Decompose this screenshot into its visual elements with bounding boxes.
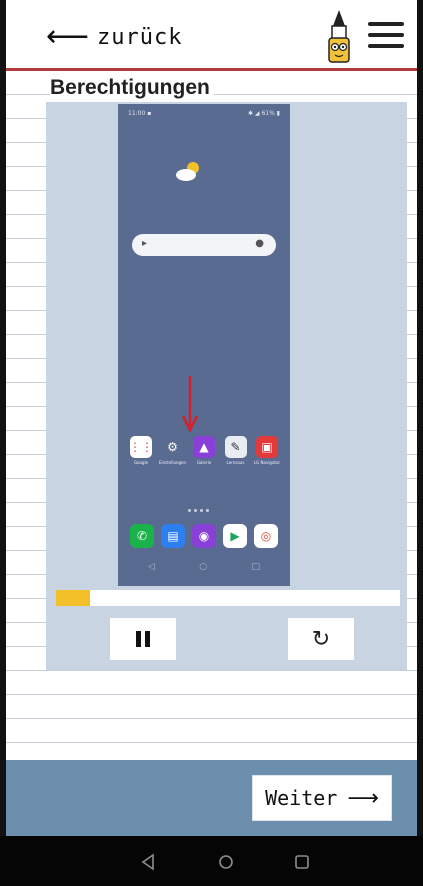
weather-icon (176, 162, 199, 181)
device-frame: ⟵ zurück Berechtigungen 11:00 ▪ ✱ ◢ 61% … (0, 0, 423, 886)
phone-home-icon[interactable]: ○ (199, 562, 207, 572)
google-folder-icon: ⋮⋮ (129, 436, 153, 458)
pointer-arrow-icon (182, 376, 198, 432)
back-button[interactable]: ⟵ zurück (46, 20, 183, 54)
app-screen: ⟵ zurück Berechtigungen 11:00 ▪ ✱ ◢ 61% … (6, 0, 417, 836)
system-home-icon[interactable] (216, 852, 236, 872)
camera-icon[interactable]: ◉ (192, 524, 216, 548)
phone-screenshot: 11:00 ▪ ✱ ◢ 61% ▮ ▸ ● ⋮⋮ Google ⚙ Einste… (118, 104, 290, 586)
pencil-mascot-icon (328, 10, 350, 63)
play-store-icon[interactable]: ▶ (223, 524, 247, 548)
app-row: ⋮⋮ Google ⚙ Einstellungen ▲ Galerie ✎ Le… (126, 436, 282, 465)
hamburger-menu-icon[interactable] (368, 22, 404, 50)
phone-back-icon[interactable]: ◁ (148, 562, 155, 572)
replay-icon: ↻ (311, 626, 331, 652)
arrow-right-icon: ⟶ (347, 785, 379, 811)
app-label: Galerie (196, 460, 212, 465)
pause-icon (136, 631, 150, 647)
google-g-icon: ▸ (142, 238, 148, 249)
app-lg-navigator[interactable]: ▣ LG Navigator (252, 436, 282, 465)
video-progress-fill (56, 590, 91, 606)
chrome-icon[interactable]: ◎ (254, 524, 278, 548)
phone-icon[interactable]: ✆ (130, 524, 154, 548)
pause-button[interactable] (110, 618, 176, 660)
phone-nav-bar: ◁ ○ □ (148, 562, 260, 572)
lernsaus-icon: ✎ (224, 436, 247, 458)
next-label: Weiter (265, 786, 338, 810)
mic-icon: ● (255, 238, 264, 249)
app-einstellungen[interactable]: ⚙ Einstellungen (158, 436, 188, 465)
phone-status-time: 11:00 ▪ (128, 110, 152, 117)
app-label: Lernsaus (226, 460, 245, 465)
system-recents-icon[interactable] (292, 852, 312, 872)
messages-icon[interactable]: ▤ (161, 524, 185, 548)
google-search-widget[interactable]: ▸ ● (132, 234, 276, 256)
replay-button[interactable]: ↻ (288, 618, 354, 660)
phone-status-bar: 11:00 ▪ ✱ ◢ 61% ▮ (128, 110, 280, 120)
phone-dock: ✆ ▤ ◉ ▶ ◎ (130, 524, 278, 548)
header: ⟵ zurück (6, 0, 417, 68)
back-label: zurück (97, 24, 183, 50)
app-lernsaus[interactable]: ✎ Lernsaus (221, 436, 251, 465)
app-label: LG Navigator (253, 460, 281, 465)
app-label: Einstellungen (158, 460, 187, 465)
app-google[interactable]: ⋮⋮ Google (126, 436, 156, 465)
gear-icon: ⚙ (161, 436, 184, 458)
system-nav-bar (0, 836, 423, 886)
video-progress-bar[interactable] (56, 590, 400, 606)
arrow-left-icon: ⟵ (46, 19, 90, 54)
app-galerie[interactable]: ▲ Galerie (189, 436, 219, 465)
next-button[interactable]: Weiter ⟶ (252, 775, 392, 821)
app-label: Google (133, 460, 149, 465)
lg-navigator-icon: ▣ (256, 436, 278, 458)
page-indicator (188, 509, 209, 512)
phone-status-icons: ✱ ◢ 61% ▮ (247, 110, 280, 117)
video-panel: 11:00 ▪ ✱ ◢ 61% ▮ ▸ ● ⋮⋮ Google ⚙ Einste… (46, 102, 407, 670)
system-back-icon[interactable] (138, 852, 158, 872)
page-title: Berechtigungen (50, 76, 214, 100)
phone-recents-icon[interactable]: □ (251, 562, 260, 572)
gallery-icon: ▲ (193, 436, 215, 458)
